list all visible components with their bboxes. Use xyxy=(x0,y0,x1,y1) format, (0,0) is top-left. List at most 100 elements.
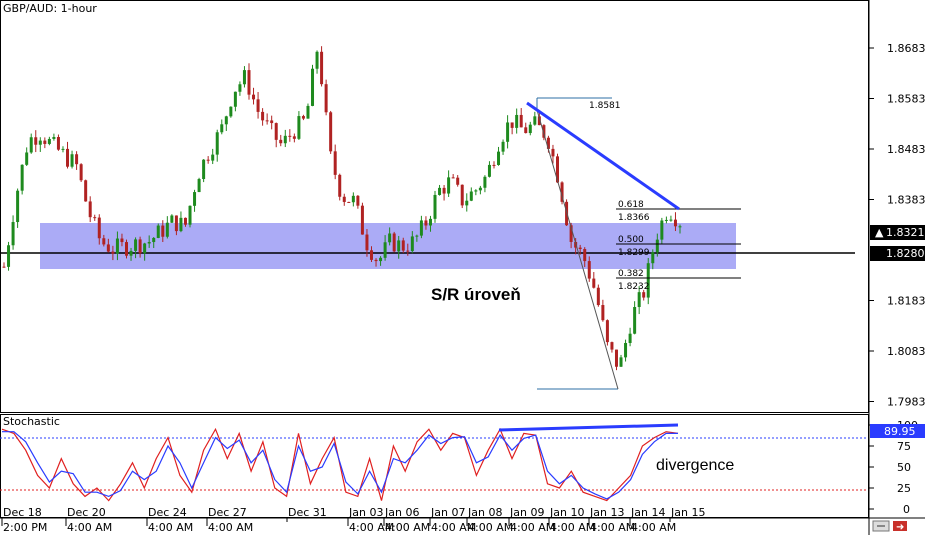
bull-candle xyxy=(306,105,310,119)
bear-candle xyxy=(456,177,460,185)
bull-candle xyxy=(188,205,192,225)
stoch-tick-label: 0 xyxy=(903,503,910,516)
time-tick-label: Dec 31 xyxy=(288,506,327,519)
bear-candle xyxy=(324,84,328,113)
bear-candle xyxy=(578,247,582,250)
bear-candle xyxy=(124,242,128,256)
bull-candle xyxy=(669,219,673,221)
fib-0500-ratio: 0.500 xyxy=(618,235,644,245)
bear-candle xyxy=(274,123,278,140)
bear-candle xyxy=(424,220,428,226)
bull-candle xyxy=(628,333,632,343)
bear-candle xyxy=(43,140,47,144)
time-tick-label: Dec 24 xyxy=(148,506,187,519)
bear-candle xyxy=(102,238,106,245)
bear-candle xyxy=(84,180,88,202)
bull-candle xyxy=(143,243,147,254)
bull-candle xyxy=(624,342,628,358)
bear-candle xyxy=(247,70,251,95)
bull-candle xyxy=(229,106,233,117)
stoch-tick-label: 75 xyxy=(897,440,911,453)
bull-candle xyxy=(515,114,519,128)
bull-candle xyxy=(478,187,482,191)
bear-candle xyxy=(320,51,324,85)
price-tick-label: 1.8183 xyxy=(887,295,925,308)
fib-0618-ratio: 0.618 xyxy=(618,200,644,210)
close-icon[interactable]: ➜ xyxy=(893,521,907,533)
bull-candle xyxy=(220,124,224,133)
bear-candle xyxy=(374,259,378,262)
bull-candle xyxy=(215,132,219,155)
bull-candle xyxy=(410,236,414,252)
price-tick-label: 1.7983 xyxy=(887,396,925,409)
bull-candle xyxy=(20,164,24,191)
price-tick-label: 1.8483 xyxy=(887,143,925,156)
bull-candle xyxy=(202,159,206,180)
bear-candle xyxy=(265,120,269,122)
bear-candle xyxy=(333,151,337,175)
bull-candle xyxy=(283,135,287,144)
bear-candle xyxy=(270,120,274,124)
current-price-badge: ▲ 1.8321 xyxy=(870,225,925,240)
time-tick-label: Jan 10 xyxy=(549,506,584,519)
bear-candle xyxy=(56,137,60,150)
bull-candle xyxy=(165,222,169,237)
support-price-badge: 1.8280 xyxy=(870,246,925,261)
bull-candle xyxy=(383,242,387,258)
time-tick-label: 4:00 AM xyxy=(550,521,595,534)
bear-candle xyxy=(347,201,351,203)
bear-candle xyxy=(442,187,446,194)
bull-candle xyxy=(170,215,174,223)
time-tick-label: 4:00 AM xyxy=(510,521,555,534)
bull-candle xyxy=(415,235,419,237)
bear-candle xyxy=(93,217,97,219)
bull-candle xyxy=(483,176,487,188)
bear-candle xyxy=(510,122,514,128)
bull-candle xyxy=(388,233,392,243)
scroll-icon[interactable] xyxy=(872,520,890,532)
stoch-tick-label: 25 xyxy=(897,482,911,495)
bull-candle xyxy=(428,218,432,226)
support-price-value: 1.8280 xyxy=(886,247,925,260)
fib-0500-price: 1.8299 xyxy=(618,248,650,258)
bear-candle xyxy=(66,148,70,167)
bear-candle xyxy=(206,159,210,161)
fib-0382-price: 1.8232 xyxy=(618,282,650,292)
bull-candle xyxy=(379,257,383,262)
time-tick-label: Jan 15 xyxy=(670,506,705,519)
bull-candle xyxy=(115,238,119,254)
divergence-label: divergence xyxy=(656,457,734,474)
bear-candle xyxy=(401,240,405,251)
forex-chart: 1.8581 0.618 1.8366 0.500 1.8299 0.382 1… xyxy=(0,0,925,535)
bull-candle xyxy=(433,194,437,219)
bear-candle xyxy=(592,278,596,288)
bear-candle xyxy=(369,250,373,260)
bull-candle xyxy=(447,177,451,194)
bull-candle xyxy=(497,151,501,165)
stochastic-title: Stochastic xyxy=(3,415,60,428)
time-tick-label: 4:00 AM xyxy=(468,521,513,534)
bear-candle xyxy=(583,249,587,262)
bull-candle xyxy=(487,164,491,177)
time-tick-label: Jan 14 xyxy=(630,506,665,519)
bull-candle xyxy=(7,245,11,267)
time-tick-label: Jan 08 xyxy=(467,506,502,519)
bull-candle xyxy=(664,219,668,221)
bull-candle xyxy=(528,124,532,134)
time-tick-label: Jan 03 xyxy=(348,506,383,519)
time-tick-label: Jan 09 xyxy=(509,506,544,519)
bull-candle xyxy=(311,68,315,106)
bear-candle xyxy=(605,320,609,343)
time-tick-label: Jan 13 xyxy=(589,506,624,519)
bull-candle xyxy=(465,200,469,206)
time-tick-label: 4:00 AM xyxy=(385,521,430,534)
bull-candle xyxy=(152,237,156,243)
bull-candle xyxy=(29,137,33,153)
bear-candle xyxy=(97,217,101,239)
bear-candle xyxy=(451,177,455,179)
bull-candle xyxy=(147,242,151,244)
bear-candle xyxy=(261,111,265,121)
bear-candle xyxy=(174,215,178,232)
bear-candle xyxy=(642,292,646,298)
bull-candle xyxy=(38,140,42,145)
